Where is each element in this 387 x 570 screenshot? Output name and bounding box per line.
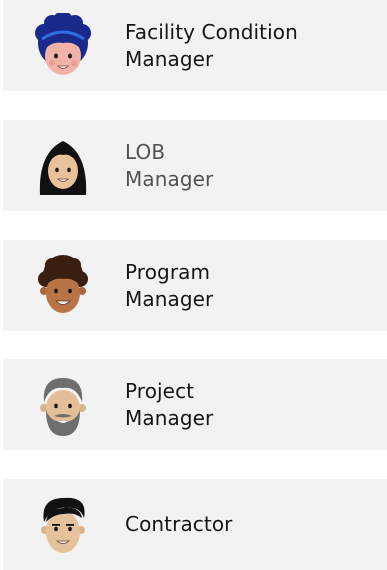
role-label-line1: Program	[125, 259, 211, 284]
role-label-line2: Manager	[125, 286, 214, 311]
role-label-line1: LOB	[125, 139, 166, 164]
role-card-contractor[interactable]: Contractor	[3, 479, 387, 570]
role-label-line2: Manager	[125, 405, 214, 430]
role-label: Facility Condition Manager	[125, 0, 375, 91]
role-label-line1: Project	[125, 378, 195, 403]
role-label-line1: Facility Condition	[125, 19, 298, 44]
role-label: LOB Manager	[125, 120, 375, 211]
woman-black-hair-avatar-icon	[39, 141, 87, 195]
role-card-facility-condition-manager[interactable]: Facility Condition Manager	[3, 0, 387, 91]
role-label: Contractor	[125, 479, 375, 570]
woman-blue-hair-avatar-icon	[35, 13, 91, 75]
role-label: Program Manager	[125, 240, 375, 331]
man-gray-beard-avatar-icon	[40, 378, 86, 436]
role-label-line2: Manager	[125, 166, 214, 191]
man-black-hair-avatar-icon	[41, 497, 85, 553]
role-card-lob-manager[interactable]: LOB Manager	[3, 120, 387, 211]
role-card-program-manager[interactable]: Program Manager	[3, 240, 387, 331]
role-label: Project Manager	[125, 359, 375, 450]
role-card-project-manager[interactable]: Project Manager	[3, 359, 387, 450]
role-label-line1: Contractor	[125, 512, 233, 536]
man-curly-hair-avatar-icon	[38, 255, 88, 313]
role-label-line2: Manager	[125, 46, 214, 71]
